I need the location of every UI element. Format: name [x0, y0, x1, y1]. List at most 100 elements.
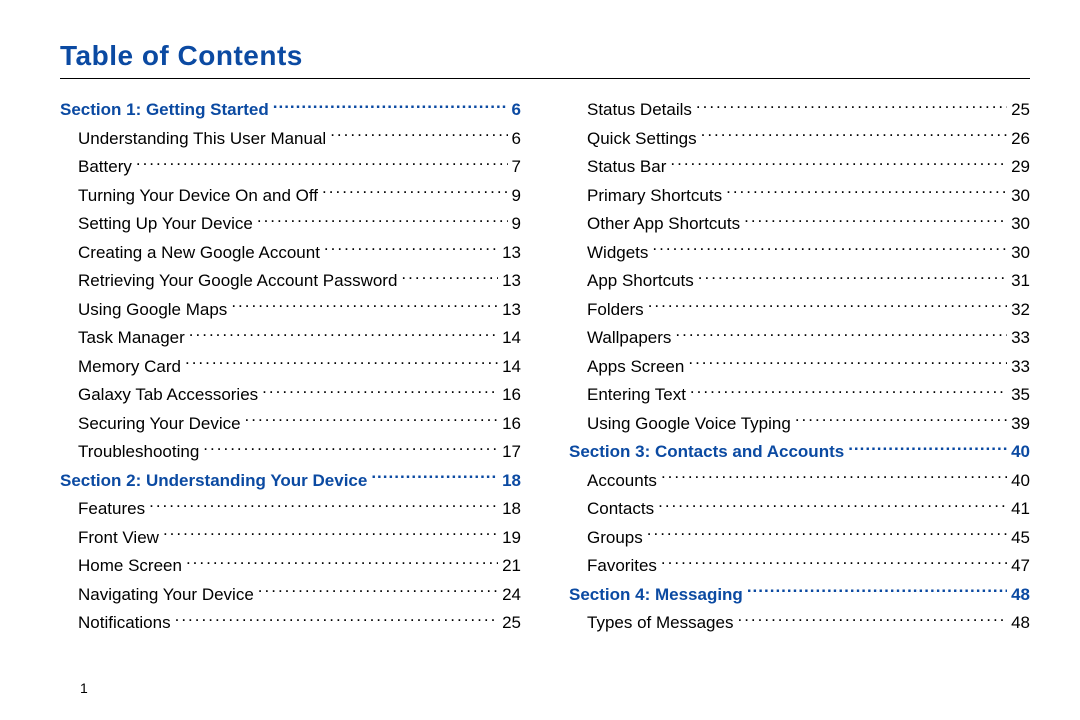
toc-leader: [136, 155, 508, 172]
toc-entry[interactable]: Accounts40: [569, 468, 1030, 494]
toc-entry[interactable]: Galaxy Tab Accessories 16: [60, 382, 521, 408]
toc-leader: [701, 127, 1007, 144]
toc-entry[interactable]: Notifications25: [60, 610, 521, 636]
toc-page-number: 41: [1011, 496, 1030, 522]
toc-leader: [661, 469, 1007, 486]
toc-page-number: 30: [1011, 183, 1030, 209]
toc-entry[interactable]: Primary Shortcuts30: [569, 183, 1030, 209]
toc-entry[interactable]: Retrieving Your Google Account Password1…: [60, 268, 521, 294]
toc-page-number: 17: [502, 439, 521, 465]
toc-label: Other App Shortcuts: [587, 211, 740, 237]
toc-leader: [175, 611, 498, 628]
toc-leader: [698, 269, 1007, 286]
toc-entry[interactable]: Features18: [60, 496, 521, 522]
toc-label: Galaxy Tab Accessories: [78, 382, 258, 408]
toc-entry[interactable]: Home Screen21: [60, 553, 521, 579]
toc-entry[interactable]: Types of Messages48: [569, 610, 1030, 636]
toc-page-number: 45: [1011, 525, 1030, 551]
toc-leader: [737, 611, 1007, 628]
toc-leader: [848, 440, 1007, 457]
toc-label: Section 3: Contacts and Accounts: [569, 439, 844, 465]
toc-entry[interactable]: Favorites47: [569, 553, 1030, 579]
toc-page-number: 40: [1011, 439, 1030, 465]
toc-page-number: 33: [1011, 354, 1030, 380]
toc-entry[interactable]: Securing Your Device 16: [60, 411, 521, 437]
toc-page-number: 48: [1011, 582, 1030, 608]
title-rule: [60, 78, 1030, 79]
toc-label: Turning Your Device On and Off: [78, 183, 318, 209]
toc-entry[interactable]: Status Bar29: [569, 154, 1030, 180]
toc-entry[interactable]: Front View19: [60, 525, 521, 551]
toc-entry[interactable]: Groups 45: [569, 525, 1030, 551]
toc-label: Types of Messages: [587, 610, 733, 636]
toc-section[interactable]: Section 1: Getting Started6: [60, 97, 521, 123]
toc-page-number: 14: [502, 354, 521, 380]
toc-entry[interactable]: Using Google Maps13: [60, 297, 521, 323]
toc-entry[interactable]: Task Manager14: [60, 325, 521, 351]
toc-entry[interactable]: Battery7: [60, 154, 521, 180]
toc-leader: [744, 212, 1007, 229]
toc-entry[interactable]: Troubleshooting17: [60, 439, 521, 465]
toc-entry[interactable]: Creating a New Google Account 13: [60, 240, 521, 266]
toc-leader: [245, 412, 499, 429]
toc-label: Battery: [78, 154, 132, 180]
toc-label: Creating a New Google Account: [78, 240, 320, 266]
toc-label: Groups: [587, 525, 643, 551]
toc-page-number: 9: [512, 183, 521, 209]
toc-entry[interactable]: Understanding This User Manual6: [60, 126, 521, 152]
toc-page-number: 24: [502, 582, 521, 608]
toc-section[interactable]: Section 3: Contacts and Accounts 40: [569, 439, 1030, 465]
toc-label: Status Bar: [587, 154, 666, 180]
toc-leader: [647, 526, 1007, 543]
footer-page-number: 1: [80, 680, 88, 696]
toc-label: Apps Screen: [587, 354, 684, 380]
toc-label: Navigating Your Device: [78, 582, 254, 608]
toc-entry[interactable]: Memory Card 14: [60, 354, 521, 380]
toc-entry[interactable]: Setting Up Your Device9: [60, 211, 521, 237]
toc-entry[interactable]: Entering Text35: [569, 382, 1030, 408]
toc-entry[interactable]: Apps Screen 33: [569, 354, 1030, 380]
toc-label: Understanding This User Manual: [78, 126, 326, 152]
toc-leader: [189, 326, 498, 343]
toc-page-number: 30: [1011, 240, 1030, 266]
toc-section[interactable]: Section 2: Understanding Your Device18: [60, 468, 521, 494]
toc-section[interactable]: Section 4: Messaging48: [569, 582, 1030, 608]
toc-page-number: 31: [1011, 268, 1030, 294]
toc-page-number: 39: [1011, 411, 1030, 437]
toc-leader: [258, 583, 498, 600]
toc-page-number: 13: [502, 240, 521, 266]
toc-leader: [330, 127, 507, 144]
toc-label: Memory Card: [78, 354, 181, 380]
toc-label: Status Details: [587, 97, 692, 123]
toc-entry[interactable]: Navigating Your Device 24: [60, 582, 521, 608]
toc-page-number: 18: [502, 496, 521, 522]
toc-page-number: 25: [502, 610, 521, 636]
toc-page-number: 16: [502, 411, 521, 437]
toc-entry[interactable]: Status Details25: [569, 97, 1030, 123]
toc-entry[interactable]: Wallpapers33: [569, 325, 1030, 351]
toc-page-number: 33: [1011, 325, 1030, 351]
toc-leader: [670, 155, 1007, 172]
toc-page-number: 14: [502, 325, 521, 351]
toc-leader: [163, 526, 498, 543]
toc-entry[interactable]: Widgets30: [569, 240, 1030, 266]
toc-leader: [322, 184, 507, 201]
toc-entry[interactable]: Using Google Voice Typing39: [569, 411, 1030, 437]
toc-entry[interactable]: App Shortcuts31: [569, 268, 1030, 294]
toc-label: Accounts: [587, 468, 657, 494]
toc-leader: [648, 298, 1007, 315]
toc-label: Section 2: Understanding Your Device: [60, 468, 367, 494]
toc-label: Quick Settings: [587, 126, 697, 152]
toc-entry[interactable]: Other App Shortcuts30: [569, 211, 1030, 237]
toc-label: Retrieving Your Google Account Password: [78, 268, 397, 294]
toc-leader: [661, 554, 1007, 571]
toc-label: Setting Up Your Device: [78, 211, 253, 237]
toc-page-number: 16: [502, 382, 521, 408]
toc-entry[interactable]: Turning Your Device On and Off 9: [60, 183, 521, 209]
toc-entry[interactable]: Contacts41: [569, 496, 1030, 522]
toc-entry[interactable]: Folders32: [569, 297, 1030, 323]
toc-columns: Section 1: Getting Started6 Understanding…: [60, 97, 1030, 639]
toc-entry[interactable]: Quick Settings26: [569, 126, 1030, 152]
toc-label: Securing Your Device: [78, 411, 241, 437]
toc-leader: [747, 583, 1007, 600]
